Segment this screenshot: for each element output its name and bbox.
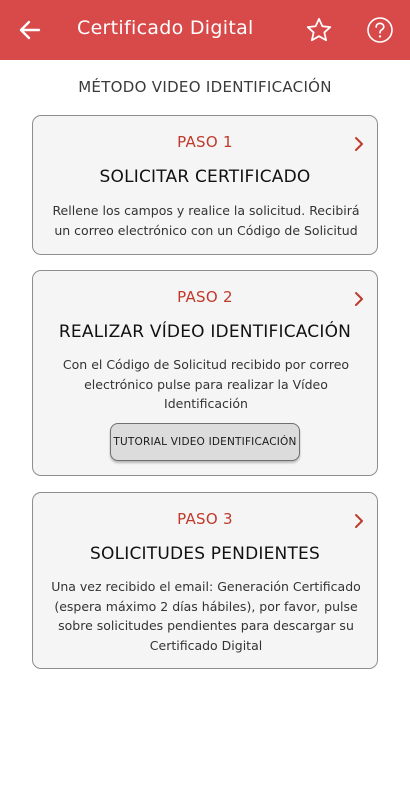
app-bar: Certificado Digital (0, 0, 410, 60)
question-circle-icon (367, 17, 393, 43)
step-label: PASO 2 (177, 288, 233, 306)
description-line: electrónico pulse para realizar la Vídeo (84, 376, 328, 392)
step-description: Rellene los campos y realice la solicitu… (51, 201, 361, 240)
step-card-video[interactable]: PASO 2 REALIZAR VÍDEO IDENTIFICACIÓN Con… (32, 270, 378, 476)
favorite-button[interactable] (303, 14, 335, 46)
step-title: REALIZAR VÍDEO IDENTIFICACIÓN (58, 322, 352, 342)
step-card-pendientes[interactable]: PASO 3 SOLICITUDES PENDIENTES Una vez re… (32, 492, 378, 669)
step-title: SOLICITAR CERTIFICADO (99, 167, 311, 187)
description-line: Identificación (164, 396, 248, 411)
section-title: MÉTODO VIDEO IDENTIFICACIÓN (78, 78, 332, 96)
tutorial-video-button[interactable]: TUTORIAL VIDEO IDENTIFICACIÓN (110, 423, 300, 461)
step-label: PASO 3 (177, 510, 233, 528)
help-button[interactable] (364, 14, 396, 46)
star-outline-icon (306, 18, 332, 42)
step-title: SOLICITUDES PENDIENTES (90, 544, 320, 564)
step-card-solicitar[interactable]: PASO 1 SOLICITAR CERTIFICADO Rellene los… (32, 115, 378, 255)
back-button[interactable] (14, 16, 46, 44)
description-line: Certificado Digital (149, 637, 263, 653)
description-line: (espera máximo 2 días hábiles), por favo… (54, 598, 358, 614)
step-label: PASO 1 (177, 133, 233, 151)
description-line: un correo electrónico con un Código de S… (54, 222, 358, 238)
arrow-left-icon (19, 20, 41, 40)
description-line: Con el Código de Solicitud recibido por … (62, 357, 350, 372)
app-title: Certificado Digital (77, 17, 254, 39)
step-description: Con el Código de Solicitud recibido por … (51, 355, 361, 414)
description-line: Rellene los campos y realice la solicitu… (52, 203, 360, 218)
step-description: Una vez recibido el email: Generación Ce… (51, 577, 361, 655)
description-line: sobre solicitudes pendientes para descar… (58, 618, 354, 633)
description-line: Una vez recibido el email: Generación Ce… (51, 579, 361, 594)
